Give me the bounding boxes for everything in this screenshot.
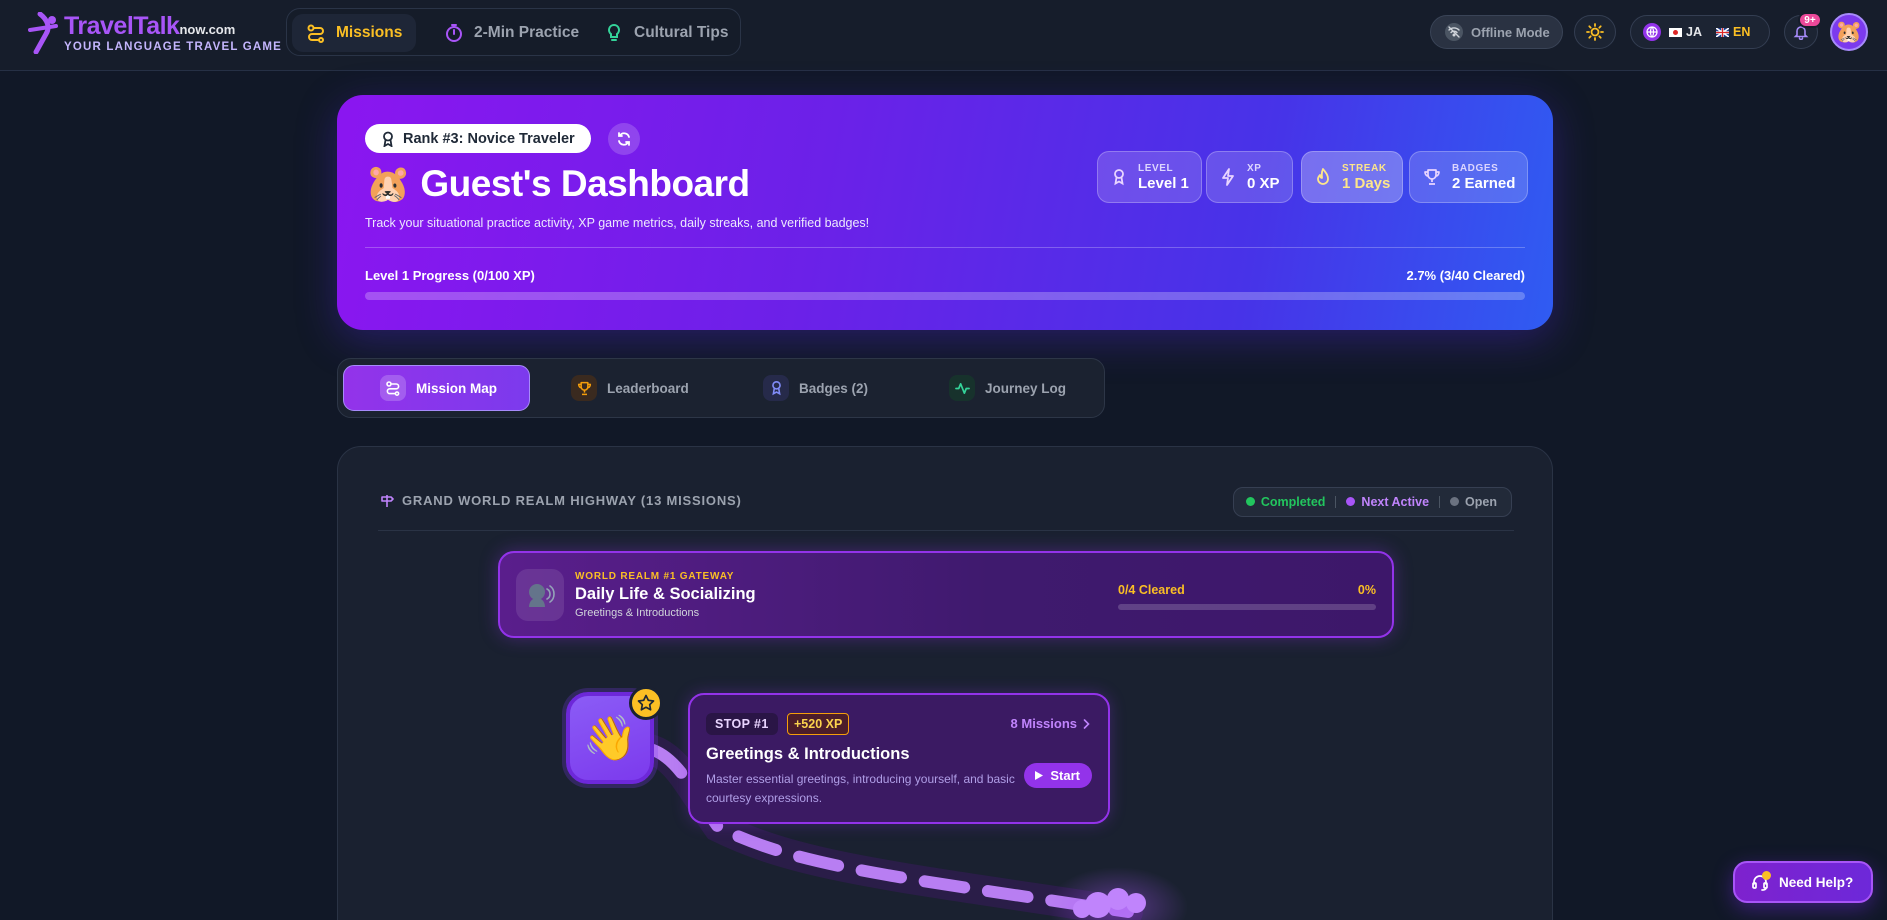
tab-mission-map[interactable]: Mission Map (343, 365, 530, 411)
hamster-icon: 🐹 (365, 163, 411, 204)
stat-level: LEVEL Level 1 (1097, 151, 1202, 203)
stat-badges-value: 2 Earned (1452, 174, 1516, 192)
notification-count-badge: 9+ (1798, 12, 1822, 28)
trophy-icon (1424, 169, 1440, 185)
japan-flag-icon (1669, 28, 1682, 38)
brand-domain: now.com (179, 22, 236, 37)
nav-tips-label: Cultural Tips (634, 24, 729, 41)
ribbon-icon (1114, 169, 1124, 186)
wifi-off-icon (1445, 23, 1463, 41)
xp-reward-badge: +520 XP (787, 713, 850, 735)
brand-tagline: YOUR LANGUAGE TRAVEL GAME (64, 41, 283, 53)
dashboard-description: Track your situational practice activity… (365, 216, 870, 230)
top-navigation-bar: TravelTalknow.com YOUR LANGUAGE TRAVEL G… (0, 0, 1887, 71)
tab-journey-log-label: Journey Log (985, 380, 1067, 396)
sun-icon (1586, 23, 1604, 41)
globe-icon (1643, 23, 1661, 41)
waving-hand-icon: 👋 (582, 714, 638, 763)
start-button[interactable]: Start (1024, 763, 1092, 788)
chevron-right-icon (1083, 718, 1090, 729)
brand-logo[interactable]: TravelTalknow.com YOUR LANGUAGE TRAVEL G… (26, 10, 281, 56)
stat-badges: BADGES 2 Earned (1409, 151, 1529, 203)
trophy-icon (571, 375, 597, 401)
tab-badges-label: Badges (2) (799, 380, 869, 396)
ribbon-icon (763, 375, 789, 401)
main-nav: Missions 2-Min Practice Cultural Tips (286, 8, 741, 56)
mission-map-panel: GRAND WORLD REALM HIGHWAY (13 MISSIONS) … (337, 446, 1553, 920)
stat-streak: STREAK 1 Days (1301, 151, 1404, 203)
ribbon-icon (383, 131, 393, 147)
language-switcher[interactable]: JA EN (1630, 15, 1770, 49)
level-progress-label: Level 1 Progress (0/100 XP) (365, 268, 535, 283)
stopwatch-icon (446, 24, 462, 42)
lightbulb-icon (608, 23, 620, 41)
help-status-dot (1762, 871, 1771, 880)
nav-cultural-tips[interactable]: Cultural Tips (590, 14, 742, 52)
tab-badges[interactable]: Badges (2) (727, 365, 914, 411)
lang-from: JA (1669, 25, 1702, 39)
stop-number-badge: STOP #1 (706, 713, 778, 735)
star-icon (629, 686, 663, 720)
missions-count-link[interactable]: 8 Missions (1011, 716, 1090, 731)
nav-2-min-practice[interactable]: 2-Min Practice (430, 14, 593, 52)
stop-title: Greetings & Introductions (706, 745, 910, 763)
stat-xp: XP 0 XP (1206, 151, 1293, 203)
tab-leaderboard[interactable]: Leaderboard (535, 365, 722, 411)
traveler-logo-icon (28, 12, 58, 54)
flame-icon (1317, 168, 1329, 185)
level-progress-bar (365, 292, 1525, 300)
dashboard-tabs: Mission Map Leaderboard Badges (2) Journ… (337, 358, 1105, 418)
tab-leaderboard-label: Leaderboard (607, 380, 689, 396)
rank-label: Rank #3: Novice Traveler (403, 130, 575, 147)
refresh-icon (618, 132, 630, 146)
page-title: 🐹 Guest's Dashboard (365, 163, 750, 204)
stat-level-label: LEVEL (1138, 162, 1174, 174)
need-help-button[interactable]: Need Help? (1733, 861, 1873, 903)
rank-badge: Rank #3: Novice Traveler (365, 124, 591, 153)
play-icon (1035, 771, 1044, 780)
refresh-button[interactable] (608, 123, 640, 155)
tab-journey-log[interactable]: Journey Log (913, 365, 1100, 411)
stat-streak-value: 1 Days (1342, 174, 1391, 192)
stat-xp-label: XP (1247, 162, 1262, 174)
route-icon (307, 24, 324, 43)
cleared-progress-label: 2.7% (3/40 Cleared) (1406, 268, 1525, 283)
lightning-icon (1222, 168, 1234, 186)
brand-name: TravelTalknow.com (64, 12, 236, 40)
route-icon (380, 375, 406, 401)
lang-to: EN (1715, 25, 1750, 39)
offline-mode-label: Offline Mode (1471, 24, 1550, 40)
dashboard-hero: Rank #3: Novice Traveler 🐹 Guest's Dashb… (337, 95, 1553, 330)
uk-flag-icon (1715, 28, 1729, 38)
nav-missions-label: Missions (336, 24, 403, 41)
missions-count-label: 8 Missions (1010, 716, 1077, 731)
theme-toggle-button[interactable] (1574, 15, 1616, 49)
stat-badges-label: BADGES (1452, 162, 1499, 174)
need-help-label: Need Help? (1779, 874, 1854, 890)
user-avatar[interactable]: 🐹 (1830, 13, 1868, 51)
activity-icon (949, 375, 975, 401)
stat-streak-label: STREAK (1342, 162, 1387, 174)
hamster-avatar-icon: 🐹 (1835, 19, 1863, 44)
stat-level-value: Level 1 (1138, 174, 1189, 192)
stat-xp-value: 0 XP (1247, 174, 1280, 192)
tab-mission-map-label: Mission Map (416, 380, 498, 396)
nav-missions[interactable]: Missions (292, 14, 417, 52)
offline-mode-toggle[interactable]: Offline Mode (1430, 15, 1563, 49)
stop-description: Master essential greetings, introducing … (706, 772, 1015, 805)
hero-divider (365, 247, 1525, 248)
mission-trail-path (635, 734, 1188, 920)
nav-practice-label: 2-Min Practice (474, 24, 580, 41)
start-button-label: Start (1050, 768, 1080, 783)
stop-1-card[interactable]: STOP #1 +520 XP 8 Missions Greetings & I… (688, 693, 1110, 824)
